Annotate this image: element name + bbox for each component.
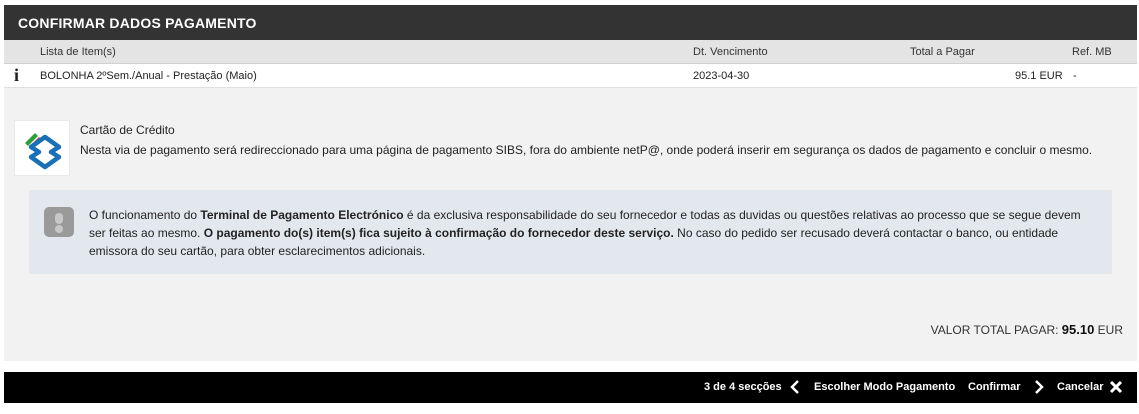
- item-description: BOLONHA 2ºSem./Anual - Prestação (Maio): [40, 70, 257, 82]
- info-icon[interactable]: i: [14, 65, 19, 86]
- total-value: 95.10: [1061, 322, 1095, 337]
- column-header-ref-mb: Ref. MB: [1072, 46, 1112, 58]
- table-header: Lista de Item(s) Dt. Vencimento Total a …: [4, 40, 1137, 64]
- notice-text: O funcionamento do Terminal de Pagamento…: [89, 206, 1099, 260]
- ref-mb: -: [1073, 70, 1077, 82]
- payment-method-credit-card: Cartão de Crédito Nesta via de pagamento…: [14, 120, 1124, 180]
- chevron-left-icon[interactable]: [790, 379, 800, 398]
- notice-terminal-bold: Terminal de Pagamento Electrónico: [200, 208, 404, 222]
- total-amount: VALOR TOTAL PAGAR: 95.10 EUR: [931, 322, 1123, 337]
- column-header-total: Total a Pagar: [910, 46, 975, 58]
- footer-bar: 3 de 4 secções Escolher Modo Pagamento C…: [4, 372, 1137, 403]
- panel-header: CONFIRMAR DADOS PAGAMENTO: [4, 5, 1137, 40]
- close-icon[interactable]: [1109, 380, 1123, 397]
- table-row: i BOLONHA 2ºSem./Anual - Prestação (Maio…: [4, 64, 1137, 88]
- total-label: VALOR TOTAL PAGAR:: [930, 323, 1062, 337]
- exclamation-icon: [44, 207, 74, 237]
- sibs-logo-icon: [14, 120, 70, 176]
- total-currency: EUR: [1094, 323, 1123, 337]
- confirm-button[interactable]: Confirmar: [968, 381, 1021, 393]
- notice-box: O funcionamento do Terminal de Pagamento…: [29, 190, 1112, 274]
- chevron-right-icon[interactable]: [1034, 379, 1044, 398]
- column-header-due-date: Dt. Vencimento: [693, 46, 768, 58]
- notice-confirmation-bold: O pagamento do(s) item(s) fica sujeito à…: [203, 226, 674, 240]
- cancel-button[interactable]: Cancelar: [1057, 381, 1103, 393]
- total-to-pay: 95.1 EUR: [1015, 70, 1063, 82]
- payment-method-title: Cartão de Crédito: [80, 123, 175, 137]
- choose-payment-mode-link[interactable]: Escolher Modo Pagamento: [814, 381, 955, 393]
- payment-confirmation-panel: CONFIRMAR DADOS PAGAMENTO Lista de Item(…: [4, 5, 1137, 361]
- step-indicator: 3 de 4 secções: [704, 381, 782, 393]
- column-header-items: Lista de Item(s): [40, 46, 116, 58]
- due-date: 2023-04-30: [693, 70, 750, 82]
- notice-text-part: O funcionamento do: [89, 208, 201, 222]
- payment-method-description: Nesta via de pagamento será redirecciona…: [80, 143, 1093, 157]
- page-title: CONFIRMAR DADOS PAGAMENTO: [18, 15, 257, 31]
